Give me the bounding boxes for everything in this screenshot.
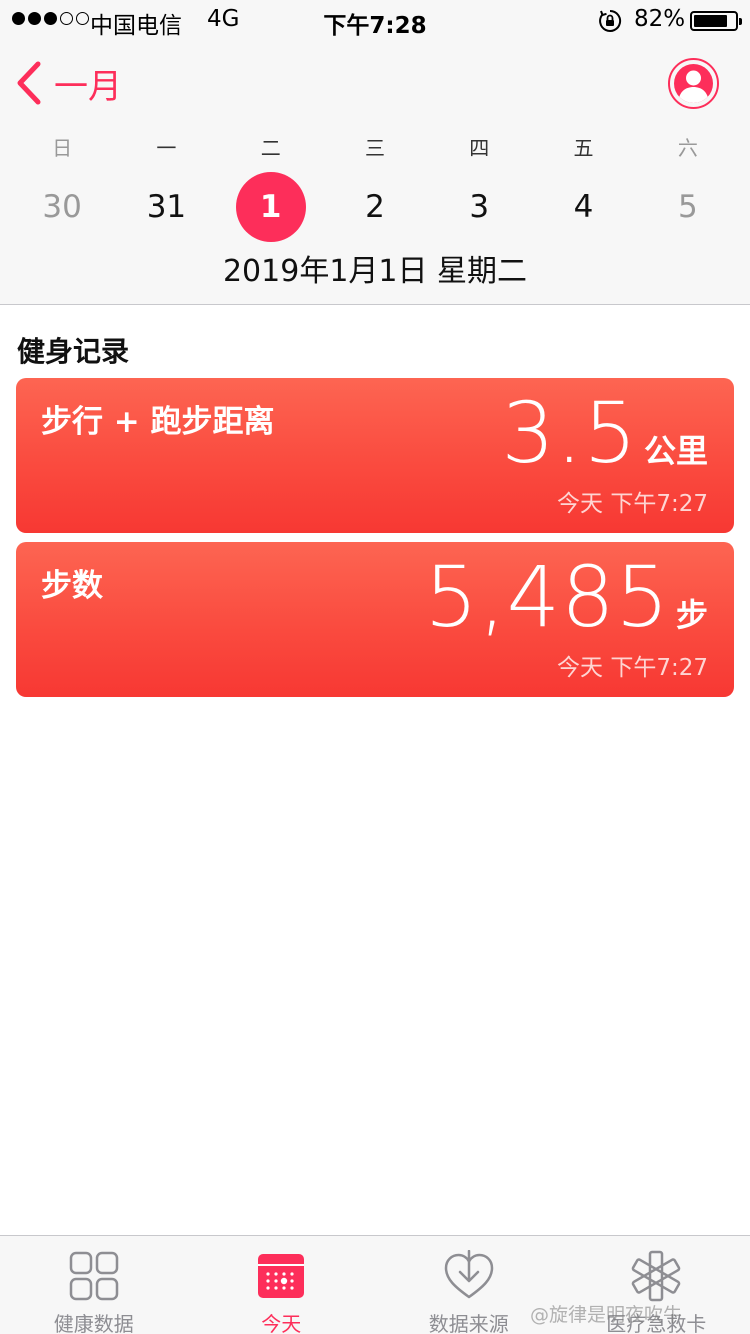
date-number: 30 — [42, 189, 82, 225]
tab-health-data[interactable]: 健康数据 — [0, 1236, 188, 1334]
date-cell[interactable]: 1 — [219, 172, 323, 242]
heart-download-icon — [444, 1250, 493, 1299]
battery-icon — [690, 11, 742, 31]
weekday-label: 一 — [156, 136, 177, 160]
distance-card[interactable]: 步行 + 跑步距离 3.5 公里 今天 下午7:27 — [16, 378, 734, 533]
battery-percent: 82% — [634, 6, 686, 32]
battery-fill — [694, 15, 727, 27]
date-number: 1 — [235, 172, 306, 242]
section-title: 健身记录 — [17, 335, 130, 368]
header: 中国电信 4G 下午7:28 82% 一月 日 一 二 三 四 五 六 30 3… — [0, 0, 750, 305]
watermark: @旋律是明夜吹牛 — [530, 1304, 683, 1326]
card-value-unit: 步 — [675, 596, 708, 634]
network-type: 4G — [207, 6, 240, 32]
weekday-label: 四 — [469, 136, 490, 160]
date-cell[interactable]: 5 — [636, 172, 740, 242]
tab-today[interactable]: 今天 — [188, 1236, 376, 1334]
weekday-label: 五 — [573, 136, 594, 160]
weekday-label: 三 — [364, 136, 385, 160]
date-cell[interactable]: 31 — [114, 172, 218, 242]
date-number: 4 — [573, 189, 594, 225]
card-timestamp: 今天 下午7:27 — [557, 655, 708, 681]
signal-dot — [44, 12, 57, 25]
card-title: 步行 + 跑步距离 — [41, 404, 275, 440]
weekday-label: 二 — [260, 136, 281, 160]
weekday-label: 六 — [677, 136, 698, 160]
date-cell[interactable]: 4 — [531, 172, 635, 242]
date-cell[interactable]: 2 — [323, 172, 427, 242]
calendar-today-icon — [258, 1254, 305, 1298]
signal-dot — [28, 12, 41, 25]
medical-asterisk-icon — [631, 1250, 681, 1302]
signal-dot — [76, 12, 89, 25]
card-timestamp: 今天 下午7:27 — [557, 491, 708, 517]
signal-dot — [60, 12, 73, 25]
tab-label: 今天 — [261, 1312, 302, 1334]
signal-strength-icon — [12, 12, 89, 25]
orientation-lock-icon — [599, 9, 622, 32]
card-value-unit: 公里 — [643, 432, 708, 470]
date-cell[interactable]: 30 — [10, 172, 114, 242]
back-label: 一月 — [54, 66, 122, 107]
card-value-number: 5,485 — [424, 548, 670, 646]
week-date-row: 30 31 1 2 3 4 5 — [10, 172, 740, 242]
profile-button[interactable] — [668, 58, 719, 109]
date-number: 5 — [677, 189, 698, 225]
date-number: 31 — [146, 189, 187, 225]
steps-card[interactable]: 步数 5,485 步 今天 下午7:27 — [16, 542, 734, 697]
card-value: 3.5 公里 — [501, 384, 708, 482]
signal-dot — [12, 12, 25, 25]
card-value-number: 3.5 — [501, 384, 638, 482]
status-bar: 中国电信 4G 下午7:28 82% — [0, 0, 750, 40]
date-number: 2 — [365, 189, 385, 225]
health-data-grid-icon — [69, 1251, 118, 1301]
chevron-left-icon — [17, 61, 41, 105]
back-to-month-button[interactable]: 一月 — [14, 58, 122, 108]
card-value: 5,485 步 — [425, 548, 709, 646]
card-title: 步数 — [41, 568, 103, 604]
selected-date-title: 2019年1月1日 星期二 — [222, 254, 528, 289]
carrier-name: 中国电信 — [90, 13, 182, 39]
weekday-label: 日 — [52, 136, 73, 160]
profile-avatar-icon — [674, 64, 713, 103]
tab-label: 健康数据 — [53, 1312, 134, 1334]
date-cell[interactable]: 3 — [427, 172, 531, 242]
weekday-header: 日 一 二 三 四 五 六 — [10, 132, 740, 161]
date-number: 3 — [469, 189, 490, 225]
